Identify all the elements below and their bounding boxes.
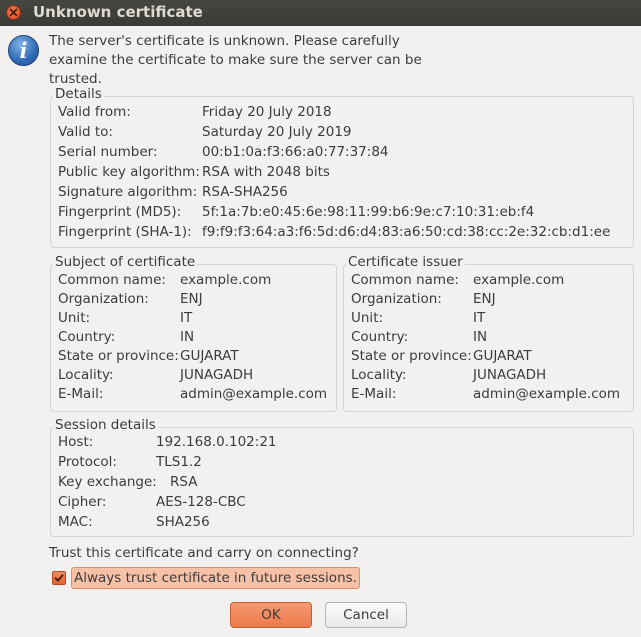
session-label: MAC: xyxy=(58,514,93,530)
subject-title: Subject of certificate xyxy=(53,254,198,270)
detail-label: Serial number: xyxy=(58,144,158,160)
session-value: RSA xyxy=(170,474,198,490)
detail-label: Valid to: xyxy=(58,124,113,140)
subject-label: Common name: xyxy=(58,272,166,288)
subject-label: Locality: xyxy=(58,367,114,383)
session-value: AES-128-CBC xyxy=(156,494,246,510)
session-value: 192.168.0.102:21 xyxy=(156,434,277,450)
session-label: Protocol: xyxy=(58,454,117,470)
message-line: trusted. xyxy=(49,71,102,87)
detail-label: Valid from: xyxy=(58,104,131,120)
message-line: The server's certificate is unknown. Ple… xyxy=(49,33,400,49)
close-icon[interactable] xyxy=(6,5,21,20)
issuer-label: Locality: xyxy=(351,367,407,383)
trust-question: Trust this certificate and carry on conn… xyxy=(49,545,359,561)
session-value: SHA256 xyxy=(156,514,210,530)
issuer-title: Certificate issuer xyxy=(346,254,465,270)
subject-value: ENJ xyxy=(180,291,203,307)
detail-label: Fingerprint (SHA-1): xyxy=(58,224,192,240)
issuer-value: example.com xyxy=(473,272,565,288)
issuer-value: GUJARAT xyxy=(473,348,532,364)
window-title: Unknown certificate xyxy=(33,3,203,21)
session-label: Key exchange: xyxy=(58,474,157,490)
always-trust-label[interactable]: Always trust certificate in future sessi… xyxy=(71,567,360,589)
detail-label: Signature algorithm: xyxy=(58,184,198,200)
issuer-value: ENJ xyxy=(473,291,496,307)
check-icon xyxy=(54,574,64,582)
issuer-value: admin@example.com xyxy=(473,386,621,402)
session-title: Session details xyxy=(53,417,158,433)
detail-label: Public key algorithm: xyxy=(58,164,200,180)
detail-value: 00:b1:0a:f3:66:a0:77:37:84 xyxy=(202,144,389,160)
detail-label: Fingerprint (MD5): xyxy=(58,204,182,220)
subject-label: Organization: xyxy=(58,291,149,307)
cancel-button[interactable]: Cancel xyxy=(325,602,407,628)
detail-value: f9:f9:f3:64:a3:f6:5d:d6:d4:83:a6:50:cd:3… xyxy=(202,224,611,240)
session-label: Host: xyxy=(58,434,94,450)
issuer-label: E-Mail: xyxy=(351,386,397,402)
issuer-label: State or province: xyxy=(351,348,472,364)
subject-value: JUNAGADH xyxy=(180,367,254,383)
subject-value: IT xyxy=(180,310,193,326)
detail-value: Friday 20 July 2018 xyxy=(202,104,332,120)
message-text: The server's certificate is unknown. Ple… xyxy=(49,32,422,89)
subject-label: Unit: xyxy=(58,310,91,326)
issuer-value: IN xyxy=(473,329,488,345)
issuer-value: IT xyxy=(473,310,486,326)
detail-value: 5f:1a:7b:e0:45:6e:98:11:99:b6:9e:c7:10:3… xyxy=(202,204,535,220)
issuer-label: Country: xyxy=(351,329,409,345)
subject-label: State or province: xyxy=(58,348,179,364)
issuer-label: Common name: xyxy=(351,272,459,288)
issuer-value: JUNAGADH xyxy=(473,367,547,383)
issuer-label: Organization: xyxy=(351,291,442,307)
title-bar: Unknown certificate xyxy=(0,0,641,26)
always-trust-checkbox[interactable] xyxy=(52,571,66,585)
details-title: Details xyxy=(53,86,104,102)
subject-value: GUJARAT xyxy=(180,348,239,364)
subject-value: admin@example.com xyxy=(180,386,328,402)
subject-value: example.com xyxy=(180,272,272,288)
subject-label: Country: xyxy=(58,329,116,345)
subject-value: IN xyxy=(180,329,195,345)
info-icon: i xyxy=(8,35,39,66)
detail-value: RSA-SHA256 xyxy=(202,184,288,200)
message-line: examine the certificate to make sure the… xyxy=(49,52,422,68)
detail-value: Saturday 20 July 2019 xyxy=(202,124,352,140)
session-value: TLS1.2 xyxy=(156,454,202,470)
session-label: Cipher: xyxy=(58,494,107,510)
subject-label: E-Mail: xyxy=(58,386,104,402)
issuer-label: Unit: xyxy=(351,310,384,326)
detail-value: RSA with 2048 bits xyxy=(202,164,330,180)
ok-button[interactable]: OK xyxy=(230,602,312,628)
